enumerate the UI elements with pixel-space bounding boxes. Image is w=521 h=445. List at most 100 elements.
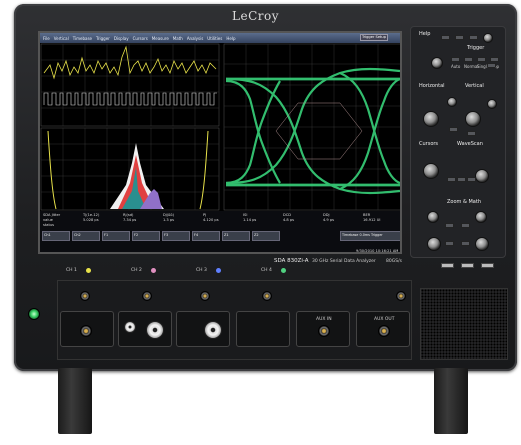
measurement-table: SDA Jitter Tj(1e-12) Rj(sd) Dj(δδ) PJ ISI DCD D… [40, 211, 400, 253]
panel-button-10[interactable] [461, 223, 470, 228]
timestamp: 9/30/2010 10:16:21 AM [356, 249, 399, 253]
trace-descriptor-z1[interactable]: Z1 [222, 231, 250, 241]
meas-header: BER [363, 213, 371, 217]
menu-item-help[interactable]: Help [226, 36, 235, 41]
meas-row-label: status [43, 223, 55, 227]
trigger-setup-button[interactable]: Trigger Setup [360, 34, 388, 41]
meas-header: PJ [203, 213, 207, 217]
zoom-knob-1[interactable] [427, 211, 439, 223]
usb-port-icon [481, 263, 494, 268]
panel-title-cursors: Cursors [419, 141, 439, 147]
panel-button-4[interactable] [449, 127, 458, 132]
panel-button-5[interactable] [467, 131, 476, 136]
channel-led-icon [216, 268, 221, 273]
trace-descriptor-f3[interactable]: F3 [162, 231, 190, 241]
menu-item-utilities[interactable]: Utilities [207, 36, 222, 41]
channel-input-3-connector[interactable] [200, 291, 210, 301]
menu-item-math[interactable]: Math [173, 36, 183, 41]
panel-button-6[interactable] [447, 177, 456, 182]
eye-diagram [225, 67, 400, 195]
bnc-connector-1[interactable] [146, 321, 164, 339]
panel-button-0[interactable] [441, 35, 450, 40]
cursor-knob[interactable] [423, 163, 439, 179]
menu-item-timebase[interactable]: Timebase [73, 36, 92, 41]
vertical-gain-knob[interactable] [487, 99, 497, 109]
math-knob-2[interactable] [475, 237, 489, 251]
panel-button-8[interactable] [467, 177, 476, 182]
timebase-descriptor[interactable]: Timebase 0.0ms Trigger [340, 231, 400, 241]
panel-button-3[interactable] [487, 63, 496, 68]
eye-mask-outline [275, 102, 363, 160]
trace-descriptor-f2[interactable]: F2 [132, 231, 160, 241]
model-subtitle: 30 GHz Serial Data Analyzer [312, 259, 376, 264]
trigger-mode-stop-button[interactable] [490, 57, 499, 62]
aux-connector-1[interactable] [318, 325, 330, 337]
io-label: AUX IN [316, 317, 332, 322]
channel-label-3: CH 3 [196, 268, 207, 273]
bnc-connector-0[interactable] [124, 321, 136, 333]
trace-descriptor-ch1[interactable]: Ch1 [42, 231, 70, 241]
menu-bar: File Vertical Timebase Trigger Display Cursor… [40, 33, 400, 43]
panel-title-horizontal: Horizontal [419, 83, 445, 89]
upper-left-grid [40, 43, 220, 127]
panel-title-zoom-math: Zoom & Math [447, 199, 481, 205]
meas-header: Rj(sd) [123, 213, 134, 217]
bnc-connector-2[interactable] [204, 321, 222, 339]
panel-button-11[interactable] [445, 241, 454, 246]
menu-item-trigger[interactable]: Trigger [96, 36, 110, 41]
trigger-mode-single-button[interactable] [477, 57, 486, 62]
menu-item-analysis[interactable]: Analysis [187, 36, 203, 41]
usb-port-icon [441, 263, 454, 268]
trigger-mode-auto-button[interactable] [451, 57, 460, 62]
panel-button-7[interactable] [457, 177, 466, 182]
meas-value: 4.8 ps [283, 218, 295, 222]
trigger-mode-normal-button[interactable] [464, 57, 473, 62]
channel-input-4-connector[interactable] [262, 291, 272, 301]
sample-rate: 80GS/s [386, 259, 402, 264]
vertical-offset-knob[interactable] [465, 111, 481, 127]
math-knob-1[interactable] [427, 237, 441, 251]
meas-header: DCD [283, 213, 292, 217]
panel-button-2[interactable] [469, 35, 478, 40]
panel-button-9[interactable] [445, 223, 454, 228]
io-label: AUX OUT [374, 317, 395, 322]
panel-button-12[interactable] [461, 241, 470, 246]
trace-descriptor-f4[interactable]: F4 [192, 231, 220, 241]
aux-port-connector[interactable] [396, 291, 406, 301]
channel-label-1: CH 1 [66, 268, 77, 273]
panel-title-help: Help [419, 31, 431, 37]
horizontal-scale-knob[interactable] [447, 97, 457, 107]
meas-value: 4.120 ps [203, 218, 219, 222]
menu-item-vertical[interactable]: Vertical [54, 36, 69, 41]
aux-connector-2[interactable] [378, 325, 390, 337]
speaker-grille [420, 288, 508, 360]
meas-header: DDj [323, 213, 330, 217]
menu-item-measure[interactable]: Measure [152, 36, 169, 41]
panel-title-trigger: Trigger [467, 45, 485, 51]
model-name: SDA 830Zi-A [274, 258, 309, 264]
menu-item-display[interactable]: Display [114, 36, 129, 41]
channel-led-icon [281, 268, 286, 273]
trace-descriptor-z2[interactable]: Z2 [252, 231, 280, 241]
menu-item-file[interactable]: File [43, 36, 50, 41]
menu-item-cursors[interactable]: Cursors [133, 36, 148, 41]
wavescan-knob[interactable] [475, 169, 489, 183]
zoom-knob-2[interactable] [475, 211, 487, 223]
meas-value: 5.028 ps [83, 218, 99, 222]
channel-input-2-connector[interactable] [142, 291, 152, 301]
channel-input-1-connector[interactable] [80, 291, 90, 301]
trace-descriptor-ch2[interactable]: Ch2 [72, 231, 100, 241]
trace-descriptor-f1[interactable]: F1 [102, 231, 130, 241]
panel-button-1[interactable] [455, 35, 464, 40]
power-button[interactable] [28, 308, 40, 320]
horizontal-delay-knob[interactable] [423, 111, 439, 127]
channel-led-icon [151, 268, 156, 273]
front-control-panel: Help Trigger Horizontal Vertical Cursors Wave… [410, 26, 506, 268]
meas-value: 16.912 UI [363, 218, 381, 222]
intensity-knob[interactable] [483, 33, 493, 43]
trigger-level-knob[interactable] [431, 57, 443, 69]
aux-connector-0[interactable] [80, 325, 92, 337]
channel-label-4: CH 4 [261, 268, 272, 273]
white-clock-trace [43, 92, 217, 106]
meas-value: 1.14 ps [243, 218, 257, 222]
